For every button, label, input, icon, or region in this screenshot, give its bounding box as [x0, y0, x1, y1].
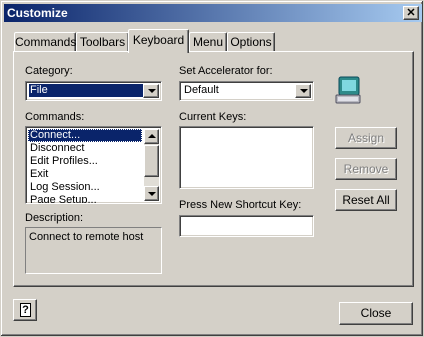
- tab-label: Options: [230, 35, 272, 49]
- accelerator-value: Default: [184, 84, 219, 96]
- shortcut-input[interactable]: [179, 215, 314, 237]
- keyboard-monitor-icon: [335, 76, 361, 104]
- list-item[interactable]: Page Setup...: [28, 194, 142, 203]
- arrow-up-icon: [148, 134, 156, 138]
- window-title: Customize: [7, 6, 68, 20]
- tab-menu[interactable]: Menu: [189, 32, 227, 52]
- list-item[interactable]: Log Session...: [28, 181, 142, 194]
- description-text: Connect to remote host: [29, 231, 144, 243]
- tab-toolbars[interactable]: Toolbars: [76, 32, 129, 52]
- close-window-button[interactable]: ✕: [403, 6, 419, 20]
- tab-keyboard[interactable]: Keyboard: [128, 29, 189, 53]
- current-keys-label: Current Keys:: [179, 111, 247, 123]
- tab-label: Toolbars: [79, 35, 126, 49]
- description-box: Connect to remote host: [25, 227, 162, 274]
- scroll-down-button[interactable]: [144, 186, 159, 201]
- tab-options[interactable]: Options: [227, 32, 275, 52]
- list-item[interactable]: Exit: [28, 168, 142, 181]
- accelerator-dropdown-button[interactable]: [295, 84, 311, 98]
- tab-label: Menu: [192, 35, 224, 49]
- tab-label: Commands: [15, 35, 77, 49]
- category-value: File: [29, 84, 143, 97]
- category-select[interactable]: File: [25, 81, 162, 101]
- reset-all-button[interactable]: Reset All: [335, 189, 397, 211]
- commands-list[interactable]: Connect... Disconnect Edit Profiles... E…: [25, 126, 162, 204]
- chevron-down-icon: [300, 89, 308, 93]
- current-keys-list[interactable]: [179, 126, 314, 189]
- customize-dialog: Customize ✕ Commands Toolbars Keyboard M…: [0, 0, 424, 337]
- help-button[interactable]: ?: [13, 299, 37, 321]
- commands-scrollbar[interactable]: [144, 129, 159, 201]
- accelerator-select[interactable]: Default: [179, 81, 314, 101]
- commands-label: Commands:: [25, 111, 85, 123]
- list-item[interactable]: Edit Profiles...: [28, 155, 142, 168]
- tab-label: Keyboard: [132, 33, 185, 47]
- help-icon: ?: [20, 303, 31, 317]
- list-item[interactable]: Disconnect: [28, 142, 142, 155]
- accelerator-label: Set Accelerator for:: [179, 65, 273, 77]
- shortcut-label: Press New Shortcut Key:: [179, 199, 302, 211]
- scroll-up-button[interactable]: [144, 129, 159, 144]
- scroll-thumb[interactable]: [144, 145, 159, 177]
- title-bar[interactable]: Customize ✕: [4, 4, 422, 22]
- close-button[interactable]: Close: [339, 302, 413, 325]
- remove-button[interactable]: Remove: [335, 158, 397, 180]
- close-icon: ✕: [406, 7, 416, 19]
- category-dropdown-button[interactable]: [143, 84, 159, 98]
- category-label: Category:: [25, 65, 73, 77]
- assign-button[interactable]: Assign: [335, 127, 397, 149]
- arrow-down-icon: [148, 192, 156, 196]
- description-label: Description:: [25, 212, 84, 224]
- list-item[interactable]: Connect...: [28, 129, 142, 142]
- chevron-down-icon: [148, 89, 156, 93]
- tab-commands[interactable]: Commands: [14, 32, 76, 52]
